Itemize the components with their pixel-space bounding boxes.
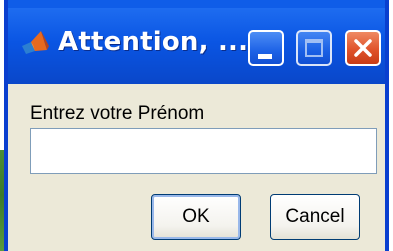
desktop-background: Attention, ... Entrez votre Prénom OK Ca… (0, 0, 393, 251)
maximize-button[interactable] (296, 30, 332, 66)
title-bar[interactable]: Attention, ... (8, 0, 385, 84)
ok-button[interactable]: OK (151, 194, 241, 240)
close-icon (354, 39, 372, 57)
input-dialog-window: Attention, ... Entrez votre Prénom OK Ca… (4, 0, 389, 251)
minimize-button[interactable] (248, 30, 284, 66)
close-button[interactable] (345, 30, 381, 66)
cancel-button[interactable]: Cancel (270, 194, 360, 240)
matlab-logo-icon (22, 31, 49, 54)
first-name-input[interactable] (30, 128, 377, 174)
dialog-body: Entrez votre Prénom OK Cancel (8, 84, 385, 251)
window-title: Attention, ... (58, 27, 249, 57)
prompt-label: Entrez votre Prénom (30, 103, 205, 124)
minimize-icon (258, 54, 272, 59)
maximize-icon (305, 39, 323, 57)
